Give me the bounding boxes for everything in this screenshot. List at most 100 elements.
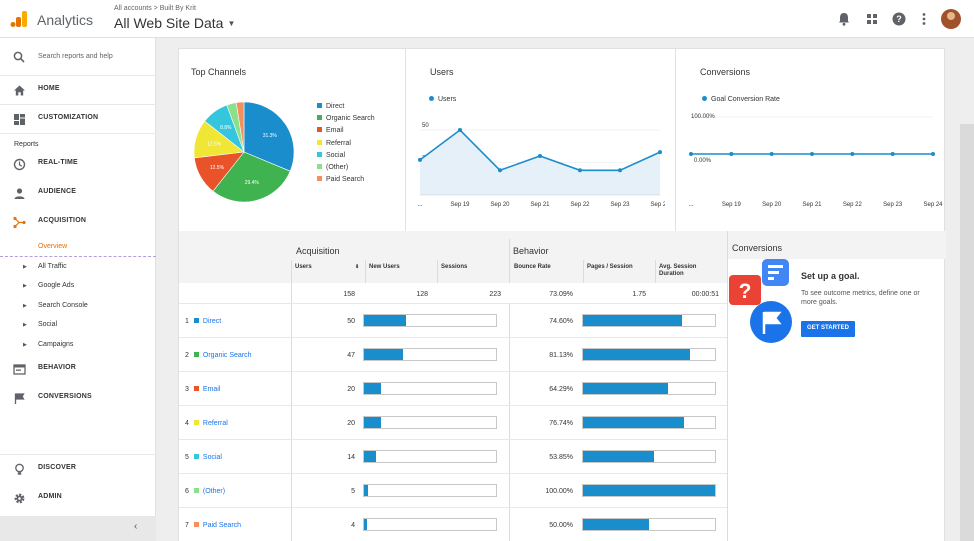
- col-header-pages-session[interactable]: Pages / Session: [587, 264, 633, 270]
- total-users: 158: [343, 291, 355, 298]
- data-point[interactable]: [689, 152, 693, 156]
- data-point[interactable]: [458, 128, 462, 132]
- row-number: 6: [185, 488, 189, 495]
- sidebar-item-label: CONVERSIONS: [38, 393, 92, 400]
- data-point[interactable]: [850, 152, 855, 156]
- users-value: 47: [347, 352, 355, 359]
- col-header-users[interactable]: Users ⬇: [295, 264, 359, 270]
- users-bar[interactable]: [363, 484, 497, 497]
- data-point[interactable]: [498, 168, 502, 173]
- channel-link[interactable]: Referral: [203, 420, 228, 427]
- sidebar-item-all-traffic[interactable]: ▶ All Traffic: [0, 258, 156, 277]
- sidebar-item-acquisition[interactable]: ACQUISITION: [0, 208, 156, 237]
- sidebar-item-search-console[interactable]: ▶ Search Console: [0, 297, 156, 316]
- bounce-rate-bar[interactable]: [582, 416, 716, 429]
- col-header-avg-duration[interactable]: Avg. Session Duration: [659, 264, 714, 278]
- svg-text:?: ?: [739, 280, 752, 303]
- channel-link[interactable]: Organic Search: [203, 352, 252, 359]
- bounce-rate-value: 100.00%: [545, 488, 573, 495]
- bounce-rate-bar[interactable]: [582, 314, 716, 327]
- sidebar-item-customization[interactable]: CUSTOMIZATION: [0, 105, 156, 134]
- goal-conversion-line-chart[interactable]: 100.00% 0.00%... Sep 19 Sep 20 Sep 21 Sep 22 S…: [679, 109, 945, 209]
- data-point[interactable]: [418, 157, 422, 162]
- data-point[interactable]: [578, 168, 582, 173]
- users-value: 50: [347, 318, 355, 325]
- data-point[interactable]: [890, 152, 895, 156]
- sidebar-item-realtime[interactable]: REAL-TIME: [0, 150, 156, 179]
- sidebar-item-social[interactable]: ▶ Social: [0, 316, 156, 335]
- channel-link[interactable]: Social: [203, 454, 222, 461]
- users-bar[interactable]: [363, 518, 497, 531]
- breadcrumb[interactable]: All accounts > Built By Krit: [114, 5, 196, 12]
- dashboard-icon: [14, 114, 25, 125]
- legend-label: Organic Search: [326, 115, 375, 122]
- col-header-label: New Users: [369, 264, 400, 270]
- users-bar[interactable]: [363, 450, 497, 463]
- sidebar-item-behavior[interactable]: BEHAVIOR: [0, 355, 156, 384]
- col-header-sessions[interactable]: Sessions: [441, 264, 467, 270]
- sidebar-item-campaigns[interactable]: ▶ Campaigns: [0, 336, 156, 355]
- sidebar-item-discover[interactable]: DISCOVER: [0, 454, 156, 483]
- legend-item: Social: [317, 152, 345, 159]
- scrollbar[interactable]: [960, 124, 974, 541]
- bounce-rate-bar[interactable]: [582, 382, 716, 395]
- sidebar-item-conversions[interactable]: CONVERSIONS: [0, 384, 156, 413]
- sidebar-collapse-bar[interactable]: ‹: [0, 516, 156, 541]
- bounce-rate-value: 74.60%: [549, 318, 573, 325]
- top-channels-title: Top Channels: [191, 67, 247, 77]
- users-bar[interactable]: [363, 348, 497, 361]
- table-row: 5 Social 14 53.85%: [179, 439, 727, 473]
- person-icon: [14, 188, 25, 199]
- data-point[interactable]: [618, 168, 622, 173]
- apps-grid-icon[interactable]: [864, 11, 880, 27]
- get-started-button[interactable]: GET STARTED: [801, 321, 855, 337]
- data-point[interactable]: [658, 150, 662, 155]
- expand-arrow-icon: ▶: [23, 303, 27, 309]
- data-point[interactable]: [729, 152, 734, 156]
- sidebar-item-home[interactable]: HOME: [0, 76, 156, 105]
- avatar[interactable]: [941, 9, 961, 29]
- col-header-new-users[interactable]: New Users: [369, 264, 400, 270]
- col-header-bounce-rate[interactable]: Bounce Rate: [514, 264, 551, 270]
- channel-link[interactable]: Email: [203, 386, 221, 393]
- users-bar[interactable]: [363, 314, 497, 327]
- col-header-label: Users: [295, 264, 312, 270]
- users-bar[interactable]: [363, 416, 497, 429]
- analytics-logo-icon[interactable]: [10, 10, 28, 28]
- channel-link[interactable]: (Other): [203, 488, 225, 495]
- search-input[interactable]: Search reports and help: [38, 53, 113, 60]
- bounce-rate-bar[interactable]: [582, 484, 716, 497]
- users-line-chart[interactable]: 5025...Sep 19Sep 20Sep 21Sep 22Sep 23Sep…: [410, 109, 665, 209]
- more-vert-icon[interactable]: [916, 11, 932, 27]
- bounce-rate-bar[interactable]: [582, 450, 716, 463]
- bounce-rate-bar[interactable]: [582, 518, 716, 531]
- table-row: 7 Paid Search 4 50.00%: [179, 507, 727, 541]
- data-point[interactable]: [810, 152, 814, 156]
- sidebar-item-label: Social: [38, 321, 58, 328]
- help-icon[interactable]: ?: [891, 11, 907, 27]
- sidebar-item-audience[interactable]: AUDIENCE: [0, 179, 156, 208]
- y-tick-label: 100.00%: [691, 114, 715, 120]
- users-bar[interactable]: [363, 382, 497, 395]
- goal-subtext: To see outcome metrics, define one or mo…: [801, 290, 920, 306]
- data-point[interactable]: [931, 152, 935, 156]
- expand-arrow-icon: ▶: [23, 283, 27, 289]
- sidebar-item-overview[interactable]: Overview: [0, 238, 156, 257]
- sidebar-item-label: Overview: [38, 243, 68, 250]
- property-selector[interactable]: All Web Site Data ▼: [114, 15, 235, 31]
- channel-link[interactable]: Direct: [203, 318, 221, 325]
- bounce-rate-bar-fill: [583, 451, 655, 462]
- bounce-rate-bar[interactable]: [582, 348, 716, 361]
- data-point[interactable]: [769, 152, 774, 156]
- users-value: 20: [347, 420, 355, 427]
- bell-icon[interactable]: [836, 11, 852, 27]
- table-totals-spacer: [179, 283, 291, 303]
- chevron-left-icon[interactable]: ‹: [134, 521, 137, 532]
- sort-desc-icon[interactable]: ⬇: [355, 264, 359, 270]
- top-channels-pie[interactable]: 31.3% 29.4% 12.5% 12.5% 8.8%: [189, 97, 299, 207]
- channel-link[interactable]: Paid Search: [203, 522, 241, 529]
- data-point[interactable]: [538, 154, 542, 158]
- search-box[interactable]: Search reports and help: [0, 38, 156, 76]
- sidebar-item-google-ads[interactable]: ▶ Google Ads: [0, 277, 156, 296]
- sidebar-item-admin[interactable]: ADMIN: [0, 484, 156, 513]
